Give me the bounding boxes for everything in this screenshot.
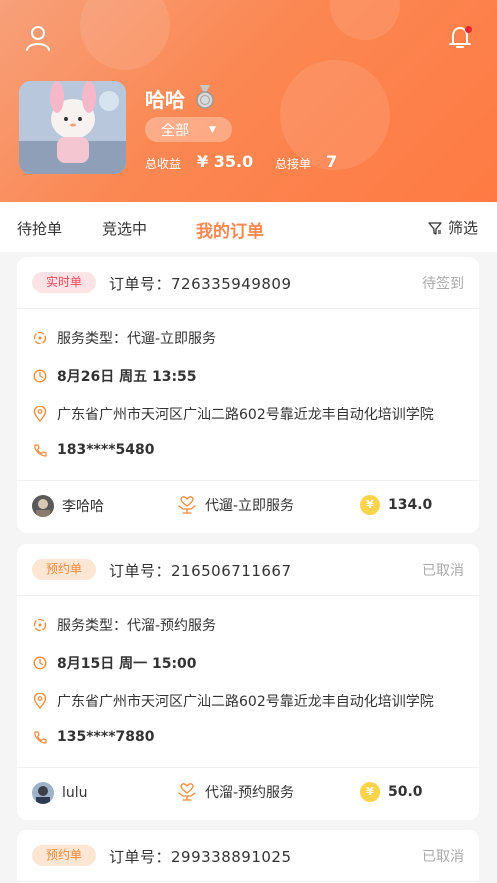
time-row: 8月26日 周五 13:55 [33, 366, 197, 386]
coin-icon: ¥ [360, 495, 380, 515]
caret-down-icon: ▼ [209, 124, 216, 135]
filter-icon [428, 221, 442, 235]
order-number: 订单号：216506711667 [109, 562, 292, 580]
order-card-header: 预约单 订单号：216506711667 已取消 [17, 544, 479, 596]
service-type-text: 服务类型：代遛-立即服务 [57, 331, 217, 347]
service-type-text: 服务类型：代溜-预约服务 [57, 618, 217, 634]
medal-icon [196, 85, 214, 109]
order-tabs: 待抢单 竞选中 我的订单 筛选 [0, 202, 497, 252]
notification-dot [465, 26, 472, 33]
order-number: 订单号：299338891025 [109, 848, 292, 866]
service-info: 代遛-立即服务 [177, 495, 294, 515]
order-card[interactable]: 预约单 订单号：216506711667 已取消 服务类型：代溜-预约服务 8月… [17, 544, 479, 820]
service-type-icon [33, 331, 47, 345]
order-card[interactable]: 预约单 订单号：299338891025 已取消 [17, 830, 479, 883]
coin-icon: ¥ [360, 782, 380, 802]
address-row: 广东省广州市天河区广汕二路602号靠近龙丰自动化培训学院 [33, 404, 434, 424]
order-status: 待签到 [422, 276, 464, 292]
order-status: 已取消 [422, 563, 464, 579]
order-status: 已取消 [422, 849, 464, 865]
customer-phone: 183****5480 [57, 442, 155, 458]
order-price: 134.0 [388, 497, 433, 513]
clock-icon [33, 369, 47, 383]
order-card[interactable]: 实时单 订单号：726335949809 待签到 服务类型：代遛-立即服务 8月… [17, 257, 479, 533]
service-time: 8月15日 周一 15:00 [57, 656, 197, 672]
service-heart-icon [178, 496, 196, 514]
order-card-header: 实时单 订单号：726335949809 待签到 [17, 257, 479, 309]
tab-bidding[interactable]: 竞选中 [102, 218, 147, 239]
tab-my-orders[interactable]: 我的订单 [196, 217, 264, 242]
customer-avatar [32, 495, 54, 517]
avatar[interactable] [19, 81, 126, 174]
service-heart-icon [178, 783, 196, 801]
phone-row[interactable]: 183****5480 [33, 442, 154, 458]
service-time: 8月26日 周五 13:55 [57, 369, 197, 385]
location-icon [33, 693, 47, 709]
price-info: ¥ 50.0 [360, 782, 423, 802]
time-row: 8月15日 周一 15:00 [33, 653, 197, 673]
address-row: 广东省广州市天河区广汕二路602号靠近龙丰自动化培训学院 [33, 691, 434, 711]
service-name: 代遛-立即服务 [205, 498, 295, 514]
clock-icon [33, 656, 47, 670]
tab-pending-grab[interactable]: 待抢单 [17, 218, 62, 239]
status-filter-label: 全部 [161, 122, 189, 139]
phone-icon [34, 444, 47, 457]
service-type-icon [33, 618, 47, 632]
service-address: 广东省广州市天河区广汕二路602号靠近龙丰自动化培训学院 [57, 694, 434, 710]
income-label: 总收益 [145, 157, 182, 171]
service-address: 广东省广州市天河区广汕二路602号靠近龙丰自动化培训学院 [57, 407, 434, 423]
profile-header: 哈哈 全部 ▼ 总收益 ¥ 35.0 总接单 7 [0, 0, 497, 202]
order-type-badge: 预约单 [32, 845, 96, 866]
orders-value: 7 [326, 152, 338, 171]
order-card-header: 预约单 订单号：299338891025 已取消 [17, 830, 479, 882]
customer-name: 李哈哈 [62, 499, 104, 515]
service-type-row: 服务类型：代遛-立即服务 [33, 328, 216, 348]
order-card-footer: 李哈哈 代遛-立即服务 ¥ 134.0 [17, 480, 479, 532]
filter-button[interactable]: 筛选 [428, 217, 478, 238]
service-type-row: 服务类型：代溜-预约服务 [33, 615, 216, 635]
status-filter-dropdown[interactable]: 全部 ▼ [145, 117, 232, 142]
customer-info: lulu [32, 782, 88, 804]
filter-label: 筛选 [448, 219, 479, 237]
customer-avatar [32, 782, 54, 804]
orders-label: 总接单 [275, 157, 312, 171]
location-icon [33, 406, 47, 422]
phone-icon [34, 731, 47, 744]
customer-phone: 135****7880 [57, 729, 155, 745]
order-card-footer: lulu 代溜-预约服务 ¥ 50.0 [17, 767, 479, 819]
price-info: ¥ 134.0 [360, 495, 432, 515]
customer-info: 李哈哈 [32, 495, 104, 517]
user-nickname: 哈哈 [145, 88, 185, 112]
customer-name: lulu [62, 785, 88, 801]
service-info: 代溜-预约服务 [177, 782, 294, 802]
order-type-badge: 实时单 [32, 272, 96, 293]
order-price: 50.0 [388, 784, 423, 800]
order-number: 订单号：726335949809 [109, 275, 292, 293]
income-value: ¥ 35.0 [197, 152, 254, 171]
user-icon[interactable] [24, 24, 52, 52]
order-type-badge: 预约单 [32, 559, 96, 580]
phone-row[interactable]: 135****7880 [33, 729, 154, 745]
service-name: 代溜-预约服务 [205, 785, 295, 801]
